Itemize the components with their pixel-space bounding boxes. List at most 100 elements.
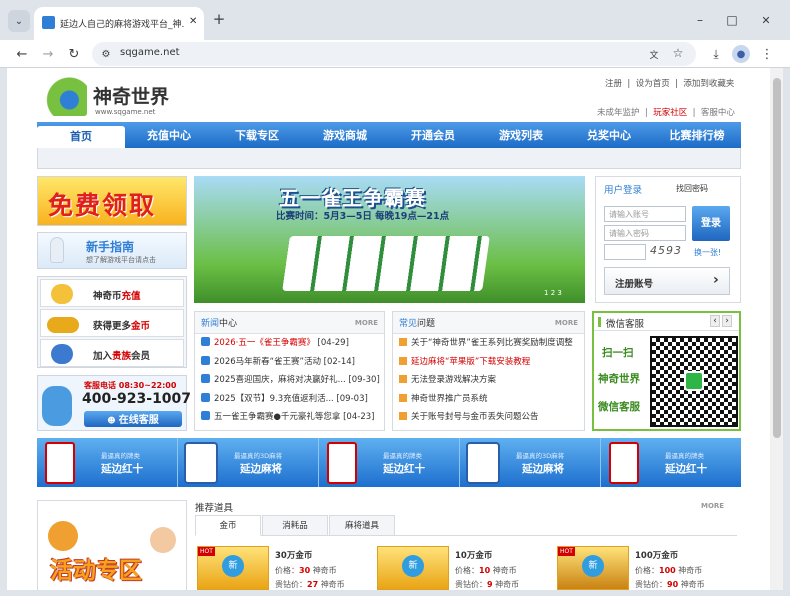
shortcut-recharge[interactable]: 神奇币充值 [40,279,184,307]
mahjong-tile-icon [466,442,500,484]
faq-title: 常见问题 [399,316,435,329]
tab-search-button[interactable]: ⌄ [8,10,30,32]
captcha-input[interactable] [604,244,646,260]
price-value: 10 [479,566,491,575]
nav-game-list[interactable]: 游戏列表 [477,127,565,143]
faq-item[interactable]: 关于“神奇世界”雀王系列比赛奖励制度调整 [393,334,584,353]
product-vip-price: 贵钻价：9 神奇币 [455,579,519,590]
free-claim-banner[interactable]: 免费领取 [37,176,187,226]
faq-item[interactable]: 神奇世界推广员系统 [393,390,584,409]
reload-icon[interactable]: ↻ [64,44,84,64]
news-item[interactable]: 2026·五一《雀王争霸赛》 [04-29] [195,334,384,353]
new-tab-button[interactable]: + [210,10,228,28]
game-card-mahjong[interactable]: 最逼真的3D麻将 延边麻将 [460,438,601,487]
tab-consumables[interactable]: 消耗品 [262,515,328,536]
close-window-button[interactable]: ✕ [756,10,776,30]
activity-zone-banner[interactable]: 活动专区 [37,500,187,590]
omnibox[interactable]: ⚙ sqgame.net 文 ☆ [92,42,696,66]
minimize-button[interactable]: – [690,10,710,30]
nav-ranking[interactable]: 比赛排行榜 [653,127,741,143]
site-info-icon[interactable]: ⚙ [98,46,114,62]
megaphone-icon [201,392,210,402]
menu-icon[interactable]: ⋮ [757,44,777,64]
news-more-link[interactable]: MORE [355,319,378,327]
password-input[interactable]: 请输入密码 [604,225,686,241]
vip-price-unit: 神奇币 [495,580,520,589]
price-label: 价格： [455,566,479,575]
captcha-image: 4593 [650,244,682,257]
product-card[interactable]: HOT 新 100万金币 价格：100 神奇币 贵钻价：90 神奇币 [557,546,727,590]
tab-close-icon[interactable]: ✕ [189,16,197,27]
game-card-hongshi[interactable]: 最逼真的牌类 延边红十 [319,438,460,487]
refresh-captcha-link[interactable]: 换一张! [694,247,721,258]
faq-item[interactable]: 延边麻将“苹果版”下载安装教程 [393,353,584,372]
nav-download[interactable]: 下载专区 [213,127,301,143]
set-homepage-link[interactable]: 设为首页 [636,79,670,89]
product-card[interactable]: 新 10万金币 价格：10 神奇币 贵钻价：9 神奇币 [377,546,547,590]
nav-home[interactable]: 首页 [37,126,125,148]
news-item[interactable]: 2026马年新春“雀王赛”活动 [02-14] [195,353,384,372]
props-more-link[interactable]: MORE [701,502,724,510]
product-card[interactable]: HOT 新 30万金币 价格：30 神奇币 贵钻价：27 神奇币 [197,546,367,590]
scrollbar-thumb[interactable] [773,78,781,438]
game-tagline: 最逼真的牌类 [383,452,422,460]
register-button[interactable]: 注册账号 › [604,267,730,295]
news-item[interactable]: 五一雀王争霸赛●千元豪礼等您拿 [04-23] [195,408,384,427]
wechat-prev[interactable]: ‹ [710,315,720,327]
nav-membership[interactable]: 开通会员 [389,127,477,143]
nav-recharge[interactable]: 充值中心 [125,127,213,143]
wechat-next[interactable]: › [722,315,732,327]
browser-tab[interactable]: 延边人自己的麻将游戏平台_神... ✕ [34,7,204,40]
site-logo[interactable]: 神奇世界 www.sqgame.net [43,74,193,118]
forward-icon[interactable]: → [38,44,58,64]
pager-1[interactable]: 1 [544,289,548,297]
maximize-button[interactable]: □ [722,10,742,30]
register-link[interactable]: 注册 [605,79,622,89]
newbie-guide-banner[interactable]: 新手指南 想了解游戏平台请点击 [37,232,187,269]
price-unit: 神奇币 [678,566,703,575]
promo-banner[interactable]: 五一雀王争霸赛 比赛时间：5月3—5日 每晚19点—21点 1 2 3 [194,176,585,303]
faq-item[interactable]: 关于账号封号与金币丢失问题公告 [393,408,584,427]
shortcut-more-gold[interactable]: 获得更多金币 [40,309,184,337]
nav-shop[interactable]: 游戏商城 [301,127,389,143]
new-badge: 新 [582,555,604,577]
tab-gold[interactable]: 金币 [195,515,261,536]
nav-redeem[interactable]: 兑奖中心 [565,127,653,143]
faq-more-link[interactable]: MORE [555,319,578,327]
faq-item[interactable]: 无法登录游戏解决方案 [393,371,584,390]
back-icon[interactable]: ← [12,44,32,64]
price-label: 价格： [275,566,299,575]
game-card-hongshi[interactable]: 最逼真的牌类 延边红十 [601,438,741,487]
product-name: 100万金币 [635,551,679,561]
props-title: 推荐道具 [195,503,234,514]
guardian-link[interactable]: 未成年监护 [597,108,640,118]
login-tab[interactable]: 用户登录 [604,182,642,196]
recover-password-tab[interactable]: 找回密码 [676,183,708,194]
game-card-mahjong[interactable]: 最逼真的3D麻将 延边麻将 [178,438,319,487]
add-favorite-link[interactable]: 添加到收藏夹 [683,79,734,89]
product-vip-price: 贵钻价：27 神奇币 [275,579,345,590]
news-title-a: 新闻 [201,319,220,329]
shortcut-vip[interactable]: 加入贵族会员 [40,339,184,367]
game-card-hongshi[interactable]: 最逼真的牌类 延边红十 [37,438,178,487]
bookmark-star-icon[interactable]: ☆ [670,45,686,61]
news-item[interactable]: 2025【双节】9.3充值返利活... [09-03] [195,390,384,409]
online-service-button[interactable]: ☻ 在线客服 [84,411,182,427]
page-scrollbar[interactable] [770,68,783,590]
news-item[interactable]: 2025喜迎国庆，麻将对决赢好礼... [09-30] [195,371,384,390]
guide-title: 新手指南 [86,240,135,254]
community-link[interactable]: 玩家社区 [653,108,687,118]
profile-avatar[interactable]: ● [732,45,750,63]
tab-mahjong-props[interactable]: 麻将道具 [329,515,395,536]
pager-3[interactable]: 3 [557,289,561,297]
download-icon[interactable]: ⤓ [706,44,726,64]
pager-2[interactable]: 2 [551,289,555,297]
megaphone-icon [201,337,210,346]
login-button[interactable]: 登录 [692,206,730,241]
translate-icon[interactable]: 文 [646,46,662,62]
username-input[interactable]: 请输入账号 [604,206,686,222]
more-gold-label: 获得更多金币 [93,318,150,332]
service-center-link[interactable]: 客服中心 [701,108,735,118]
king-card-icon [327,442,357,484]
activity-zone-text: 活动专区 [50,558,142,584]
